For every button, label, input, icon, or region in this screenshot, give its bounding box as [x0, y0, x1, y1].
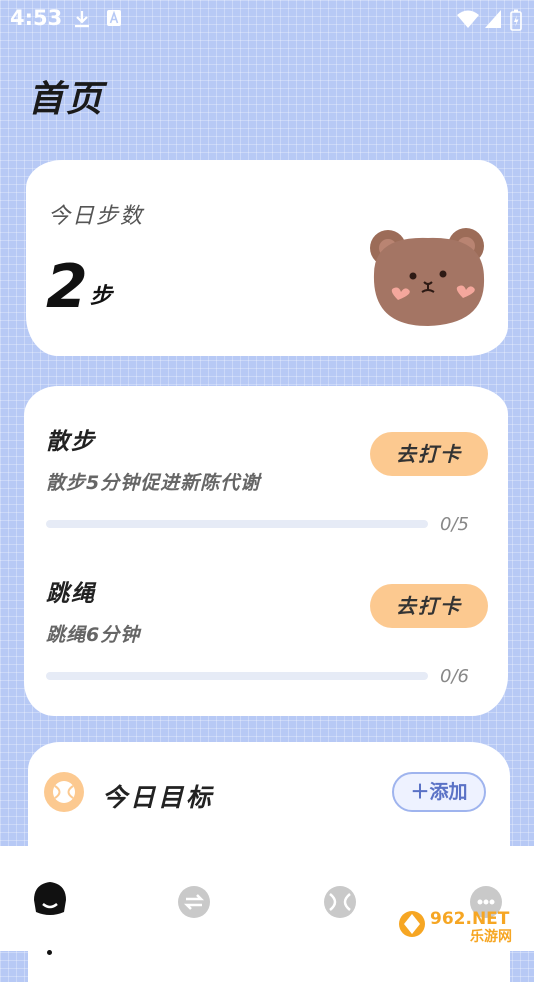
steps-unit: 步 — [90, 284, 113, 309]
battery-icon — [510, 9, 522, 31]
checkin-button-jumprope[interactable]: 去打卡 — [370, 584, 488, 628]
progress-text-jumprope: 0/6 — [440, 666, 469, 687]
progress-bar-jumprope — [46, 672, 428, 680]
tab-home[interactable] — [20, 872, 80, 955]
steps-value: 2 — [46, 252, 88, 322]
tab-sports[interactable] — [310, 872, 370, 932]
steps-label: 今日步数 — [48, 204, 145, 229]
bear-illustration — [370, 228, 485, 326]
task-description: 跳绳6分钟 — [46, 624, 141, 646]
page-title: 首页 — [28, 79, 105, 120]
task-description: 散步5分钟促进新陈代谢 — [46, 472, 261, 494]
wifi-icon — [457, 10, 479, 28]
progress-text-walk: 0/5 — [440, 514, 469, 535]
exchange-icon — [178, 886, 210, 918]
steps-card: 今日步数 2 步 — [26, 160, 508, 356]
keyboard-a-icon — [107, 10, 121, 26]
watermark-text-top: 962.NET — [430, 909, 510, 929]
site-watermark: 962.NET 乐游网 — [398, 904, 528, 945]
task-title: 散步 — [46, 429, 96, 455]
checkin-button-walk[interactable]: 去打卡 — [370, 432, 488, 476]
ball-icon — [324, 886, 356, 918]
status-bar: 4:53 — [0, 0, 534, 38]
tab-exchange[interactable] — [164, 872, 224, 932]
task-title: 跳绳 — [46, 581, 96, 607]
home-icon — [34, 882, 66, 915]
add-goal-button[interactable]: ＋添加 — [392, 772, 486, 812]
signal-icon — [485, 10, 501, 28]
progress-bar-walk — [46, 520, 428, 528]
tasks-card: 散步 散步5分钟促进新陈代谢 去打卡 0/5 跳绳 跳绳6分钟 去打卡 0/6 — [24, 386, 508, 716]
watermark-text-bottom: 乐游网 — [470, 928, 512, 944]
goals-title: 今日目标 — [102, 783, 215, 812]
ball-icon — [44, 772, 84, 812]
status-time: 4:53 — [10, 6, 63, 30]
download-icon — [75, 11, 89, 28]
